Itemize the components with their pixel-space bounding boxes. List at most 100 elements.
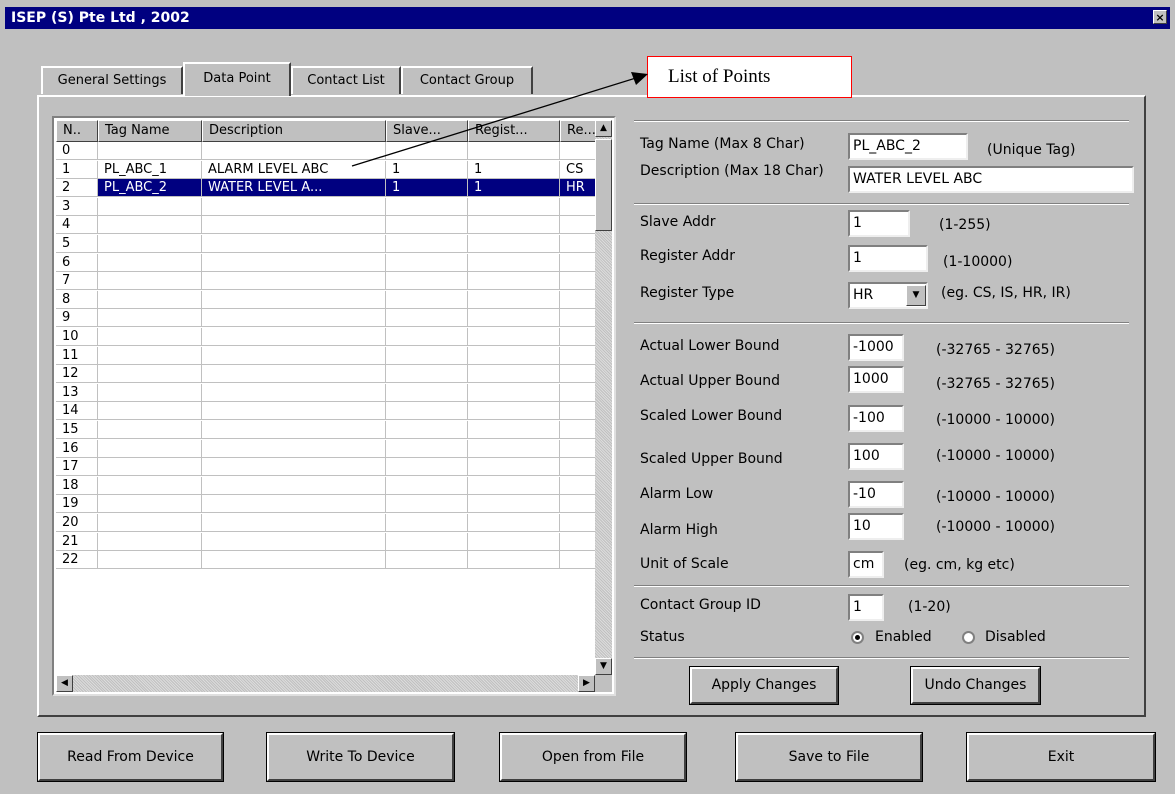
table-cell bbox=[468, 309, 560, 328]
read-from-device-button[interactable]: Read From Device bbox=[37, 732, 224, 782]
apply-changes-button[interactable]: Apply Changes bbox=[689, 666, 839, 705]
table-cell bbox=[202, 458, 386, 477]
column-header[interactable]: Slave... bbox=[386, 120, 468, 142]
close-icon[interactable]: × bbox=[1153, 10, 1167, 24]
scroll-up-icon[interactable]: ▲ bbox=[595, 120, 612, 137]
table-row[interactable]: 21 bbox=[56, 532, 601, 551]
table-cell bbox=[468, 253, 560, 272]
table-cell bbox=[98, 476, 202, 495]
table-row[interactable]: 11 bbox=[56, 346, 601, 365]
table-row[interactable]: 22 bbox=[56, 551, 601, 570]
tag-name-input[interactable]: PL_ABC_2 bbox=[848, 133, 968, 160]
column-header[interactable]: Regist... bbox=[468, 120, 560, 142]
status-disabled-label: Disabled bbox=[985, 629, 1046, 645]
data-point-grid[interactable]: N.. Tag Name Description Slave... Regist… bbox=[52, 116, 616, 696]
actual-lower-input[interactable]: -1000 bbox=[848, 334, 904, 361]
scroll-left-icon[interactable]: ◀ bbox=[56, 675, 73, 692]
unit-of-scale-input[interactable]: cm bbox=[848, 551, 884, 578]
table-row[interactable]: 10 bbox=[56, 328, 601, 346]
open-from-file-button[interactable]: Open from File bbox=[499, 732, 687, 782]
table-row[interactable]: 6 bbox=[56, 253, 601, 272]
table-cell: 6 bbox=[56, 253, 98, 272]
table-cell bbox=[386, 383, 468, 402]
table-cell: WATER LEVEL A... bbox=[202, 179, 386, 198]
exit-button[interactable]: Exit bbox=[966, 732, 1156, 782]
status-enabled-radio[interactable] bbox=[851, 631, 864, 644]
slave-addr-input[interactable]: 1 bbox=[848, 210, 910, 237]
table-cell bbox=[98, 551, 202, 570]
table-cell bbox=[202, 383, 386, 402]
table-row[interactable]: 5 bbox=[56, 235, 601, 253]
table-cell: 20 bbox=[56, 514, 98, 532]
alarm-high-label: Alarm High bbox=[640, 522, 718, 538]
slave-addr-label: Slave Addr bbox=[640, 214, 716, 230]
table-row[interactable]: 4 bbox=[56, 216, 601, 235]
scroll-right-icon[interactable]: ▶ bbox=[578, 675, 595, 692]
table-cell: 10 bbox=[56, 328, 98, 346]
table-cell: 7 bbox=[56, 272, 98, 291]
table-row[interactable]: 16 bbox=[56, 439, 601, 458]
table-row[interactable]: 19 bbox=[56, 495, 601, 514]
table-row[interactable]: 17 bbox=[56, 458, 601, 477]
table-cell bbox=[98, 495, 202, 514]
table-row[interactable]: 7 bbox=[56, 272, 601, 291]
table-row[interactable]: 9 bbox=[56, 309, 601, 328]
scaled-upper-label: Scaled Upper Bound bbox=[640, 451, 783, 467]
table-cell bbox=[386, 346, 468, 365]
table-cell: 1 bbox=[468, 179, 560, 198]
table-row[interactable]: 20 bbox=[56, 514, 601, 532]
table-row[interactable]: 2 PL_ABC_2 WATER LEVEL A... 1 1 HR bbox=[56, 179, 601, 198]
table-cell bbox=[202, 476, 386, 495]
tab-label: General Settings bbox=[57, 73, 167, 88]
table-row[interactable]: 18 bbox=[56, 476, 601, 495]
scaled-lower-label: Scaled Lower Bound bbox=[640, 408, 783, 424]
table-row[interactable]: 13 bbox=[56, 383, 601, 402]
table-cell bbox=[386, 365, 468, 384]
alarm-low-label: Alarm Low bbox=[640, 486, 714, 502]
table-cell bbox=[468, 142, 560, 160]
scaled-lower-input[interactable]: -100 bbox=[848, 405, 904, 432]
column-header[interactable]: Tag Name bbox=[98, 120, 202, 142]
separator bbox=[634, 585, 1129, 587]
contact-group-id-input[interactable]: 1 bbox=[848, 594, 884, 621]
actual-upper-hint: (-32765 - 32765) bbox=[936, 376, 1055, 392]
column-header[interactable]: N.. bbox=[56, 120, 98, 142]
write-to-device-button[interactable]: Write To Device bbox=[266, 732, 455, 782]
horizontal-scrollbar[interactable]: ◀ ▶ bbox=[56, 675, 595, 692]
tab-data-point[interactable]: Data Point bbox=[183, 62, 291, 96]
scroll-thumb[interactable] bbox=[595, 139, 612, 231]
save-to-file-button[interactable]: Save to File bbox=[735, 732, 923, 782]
undo-changes-button[interactable]: Undo Changes bbox=[910, 666, 1041, 705]
alarm-high-input[interactable]: 10 bbox=[848, 513, 904, 540]
scaled-upper-input[interactable]: 100 bbox=[848, 443, 904, 470]
table-cell bbox=[202, 421, 386, 439]
vertical-scrollbar[interactable]: ▲ ▼ bbox=[595, 120, 612, 675]
table-cell bbox=[386, 421, 468, 439]
table-cell bbox=[202, 216, 386, 235]
table-row[interactable]: 1 PL_ABC_1 ALARM LEVEL ABC 1 1 CS bbox=[56, 160, 601, 179]
table-row[interactable]: 0 bbox=[56, 142, 601, 160]
dropdown-icon[interactable]: ▼ bbox=[906, 285, 926, 306]
table-row[interactable]: 8 bbox=[56, 290, 601, 309]
alarm-low-input[interactable]: -10 bbox=[848, 481, 904, 508]
status-disabled-radio[interactable] bbox=[962, 631, 975, 644]
separator bbox=[634, 322, 1129, 324]
table-row[interactable]: 12 bbox=[56, 365, 601, 384]
table-cell bbox=[98, 272, 202, 291]
table-row[interactable]: 14 bbox=[56, 402, 601, 421]
table-row[interactable]: 15 bbox=[56, 421, 601, 439]
table-cell bbox=[202, 290, 386, 309]
actual-upper-input[interactable]: 1000 bbox=[848, 366, 904, 393]
tab-contact-list[interactable]: Contact List bbox=[291, 66, 401, 94]
description-input[interactable]: WATER LEVEL ABC bbox=[848, 166, 1134, 193]
table-cell bbox=[202, 532, 386, 551]
tab-contact-group[interactable]: Contact Group bbox=[401, 66, 533, 94]
register-type-select[interactable]: HR ▼ bbox=[848, 282, 928, 309]
column-header[interactable]: Description bbox=[202, 120, 386, 142]
table-row[interactable]: 3 bbox=[56, 197, 601, 216]
tab-general-settings[interactable]: General Settings bbox=[41, 66, 183, 94]
scroll-down-icon[interactable]: ▼ bbox=[595, 658, 612, 675]
table-cell bbox=[98, 142, 202, 160]
register-type-hint: (eg. CS, IS, HR, IR) bbox=[941, 285, 1071, 301]
register-addr-input[interactable]: 1 bbox=[848, 245, 928, 272]
